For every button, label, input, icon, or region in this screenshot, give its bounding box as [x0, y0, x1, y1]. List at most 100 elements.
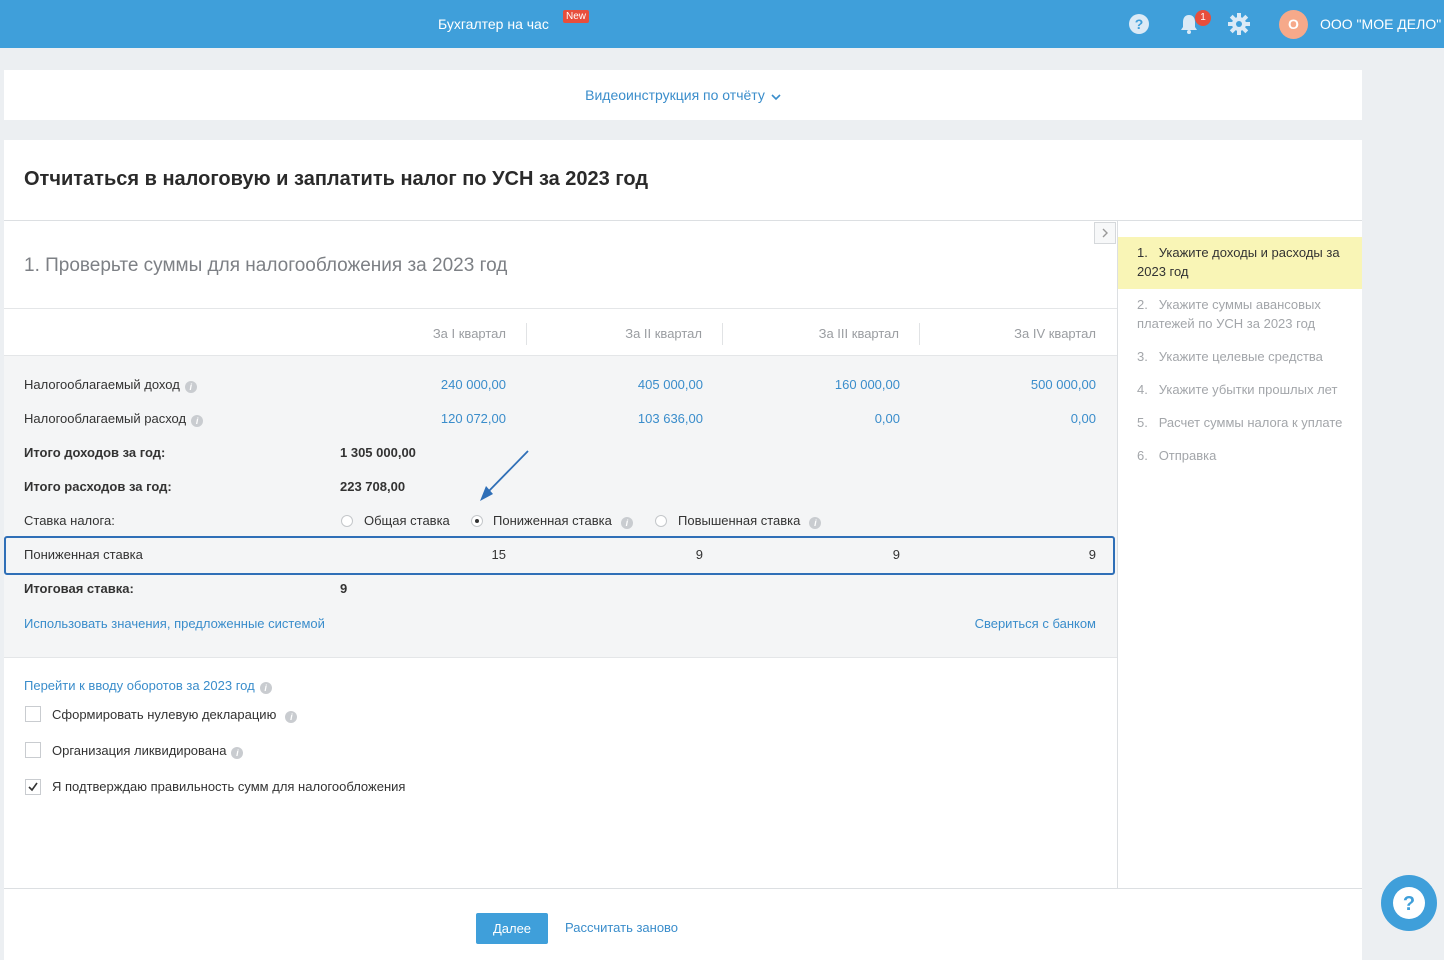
general-rate-radio[interactable] [341, 515, 353, 527]
confirm-checkbox[interactable] [25, 779, 41, 795]
total-expense-value: 223 708,00 [340, 479, 406, 494]
step-text: Укажите целевые средства [1158, 349, 1323, 364]
report-card: Отчитаться в налоговую и заплатить налог… [4, 140, 1362, 960]
next-button[interactable]: Далее [476, 913, 548, 944]
expense-q3[interactable]: 0,00 [799, 411, 900, 426]
total-income-value: 1 305 000,00 [340, 445, 416, 460]
zero-declaration-label[interactable]: Сформировать нулевую декларацию i [52, 707, 298, 723]
use-system-values-link[interactable]: Использовать значения, предложенные сист… [24, 616, 325, 631]
quarter-header: За IV квартал [1014, 326, 1096, 341]
collapse-steps-button[interactable] [1094, 222, 1116, 244]
divider [919, 323, 920, 345]
info-icon[interactable]: i [259, 682, 272, 694]
svg-text:?: ? [1135, 16, 1144, 32]
step-item-6[interactable]: 6. Отправка [1118, 440, 1362, 473]
turnover-link-text: Перейти к вводу оборотов за 2023 год [24, 678, 255, 693]
general-rate-label[interactable]: Общая ставка [364, 513, 450, 528]
check-bank-link[interactable]: Свериться с банком [944, 616, 1096, 631]
divider [526, 323, 527, 345]
reduced-rate-q4[interactable]: 9 [996, 547, 1096, 562]
quarter-header: За I квартал [432, 326, 506, 341]
step-text: Укажите доходы и расходы за 2023 год [1137, 245, 1340, 279]
income-label-text: Налогооблагаемый доход [24, 377, 180, 392]
tax-table: За I квартал За II квартал За III кварта… [4, 308, 1117, 658]
step-number: 4. [1137, 382, 1148, 397]
step-number: 2. [1137, 297, 1148, 312]
income-q1[interactable]: 240 000,00 [406, 377, 506, 392]
income-label: Налогооблагаемый доход i [24, 377, 197, 393]
reduced-rate-radio[interactable] [471, 515, 483, 527]
step-number: 3. [1137, 349, 1148, 364]
reduced-rate-q2[interactable]: 9 [602, 547, 703, 562]
info-icon[interactable]: i [191, 415, 204, 427]
step-item-4[interactable]: 4. Укажите убытки прошлых лет [1118, 374, 1362, 407]
divider [4, 888, 1362, 889]
increased-rate-radio[interactable] [655, 515, 667, 527]
video-instruction-label: Видеоинструкция по отчёту [585, 87, 765, 103]
steps-sidebar: 1. Укажите доходы и расходы за 2023 год … [1118, 237, 1362, 473]
quarter-header: За III квартал [818, 326, 899, 341]
step-text: Укажите суммы авансовых платежей по УСН … [1137, 297, 1321, 331]
step-item-5[interactable]: 5. Расчет суммы налога к уплате [1118, 407, 1362, 440]
info-icon[interactable]: i [285, 711, 298, 723]
avatar[interactable]: О [1279, 10, 1308, 39]
help-icon[interactable]: ? [1128, 13, 1150, 35]
step-item-3[interactable]: 3. Укажите целевые средства [1118, 341, 1362, 374]
step-item-1[interactable]: 1. Укажите доходы и расходы за 2023 год [1118, 237, 1362, 289]
total-expense-label: Итого расходов за год: [24, 479, 172, 494]
step-number: 5. [1137, 415, 1148, 430]
tax-rate-label: Ставка налога: [24, 513, 115, 528]
info-icon[interactable]: i [620, 517, 633, 529]
gear-icon[interactable] [1228, 13, 1250, 35]
reduced-rate-q3[interactable]: 9 [799, 547, 900, 562]
step-content: 1. Проверьте суммы для налогообложения з… [4, 221, 1117, 888]
quarters-header: За I квартал За II квартал За III кварта… [4, 309, 1117, 356]
reduced-rate-row [4, 536, 1115, 575]
expense-q4[interactable]: 0,00 [996, 411, 1096, 426]
notification-count-badge: 1 [1195, 10, 1211, 26]
floating-help-button[interactable]: ? [1381, 875, 1437, 931]
step-item-2[interactable]: 2. Укажите суммы авансовых платежей по У… [1118, 289, 1362, 341]
expense-label-text: Налогооблагаемый расход [24, 411, 187, 426]
top-bar: Бухгалтер на час New ? 1 О ООО "МОЕ ДЕЛО… [0, 0, 1444, 48]
help-icon: ? [1393, 887, 1425, 919]
expense-q1[interactable]: 120 072,00 [406, 411, 506, 426]
video-instruction-link[interactable]: Видеоинструкция по отчёту [4, 70, 1362, 121]
divider [722, 323, 723, 345]
liquidated-checkbox[interactable] [25, 742, 41, 758]
expense-label: Налогооблагаемый расход i [24, 411, 204, 427]
annotation-arrow [480, 450, 529, 501]
turnover-link[interactable]: Перейти к вводу оборотов за 2023 год i [24, 678, 272, 694]
income-q4[interactable]: 500 000,00 [996, 377, 1096, 392]
liquidated-label[interactable]: Организация ликвидирована i [52, 743, 244, 759]
info-icon[interactable]: i [184, 381, 197, 393]
step-number: 6. [1137, 448, 1148, 463]
chevron-right-icon [1102, 228, 1108, 238]
chevron-down-icon [771, 71, 781, 121]
video-instruction-bar: Видеоинструкция по отчёту [4, 70, 1362, 120]
recalculate-link[interactable]: Рассчитать заново [565, 920, 678, 935]
zero-declaration-checkbox[interactable] [25, 706, 41, 722]
liquidated-text: Организация ликвидирована [52, 743, 227, 758]
income-q3[interactable]: 160 000,00 [799, 377, 900, 392]
total-income-label: Итого доходов за год: [24, 445, 166, 460]
step-title: 1. Проверьте суммы для налогообложения з… [24, 255, 508, 276]
reduced-rate-q1[interactable]: 15 [406, 547, 506, 562]
confirm-label[interactable]: Я подтверждаю правильность сумм для нало… [52, 779, 405, 794]
info-icon[interactable]: i [231, 747, 244, 759]
quarter-header: За II квартал [625, 326, 702, 341]
income-q2[interactable]: 405 000,00 [602, 377, 703, 392]
reduced-rate-label[interactable]: Пониженная ставка i [493, 513, 633, 529]
checkmark-icon [28, 782, 38, 792]
info-icon[interactable]: i [809, 517, 822, 529]
expense-q2[interactable]: 103 636,00 [602, 411, 703, 426]
reduced-rate-row-label: Пониженная ставка [24, 547, 143, 562]
company-name[interactable]: ООО "МОЕ ДЕЛО" [1320, 0, 1441, 48]
increased-rate-label-text: Повышенная ставка [678, 513, 801, 528]
increased-rate-label[interactable]: Повышенная ставка i [678, 513, 822, 529]
accountant-per-hour-link[interactable]: Бухгалтер на час [438, 0, 549, 48]
step-text: Расчет суммы налога к уплате [1158, 415, 1343, 430]
zero-declaration-text: Сформировать нулевую декларацию [52, 707, 277, 722]
step-number: 1. [1137, 245, 1148, 260]
reduced-rate-label-text: Пониженная ставка [493, 513, 612, 528]
